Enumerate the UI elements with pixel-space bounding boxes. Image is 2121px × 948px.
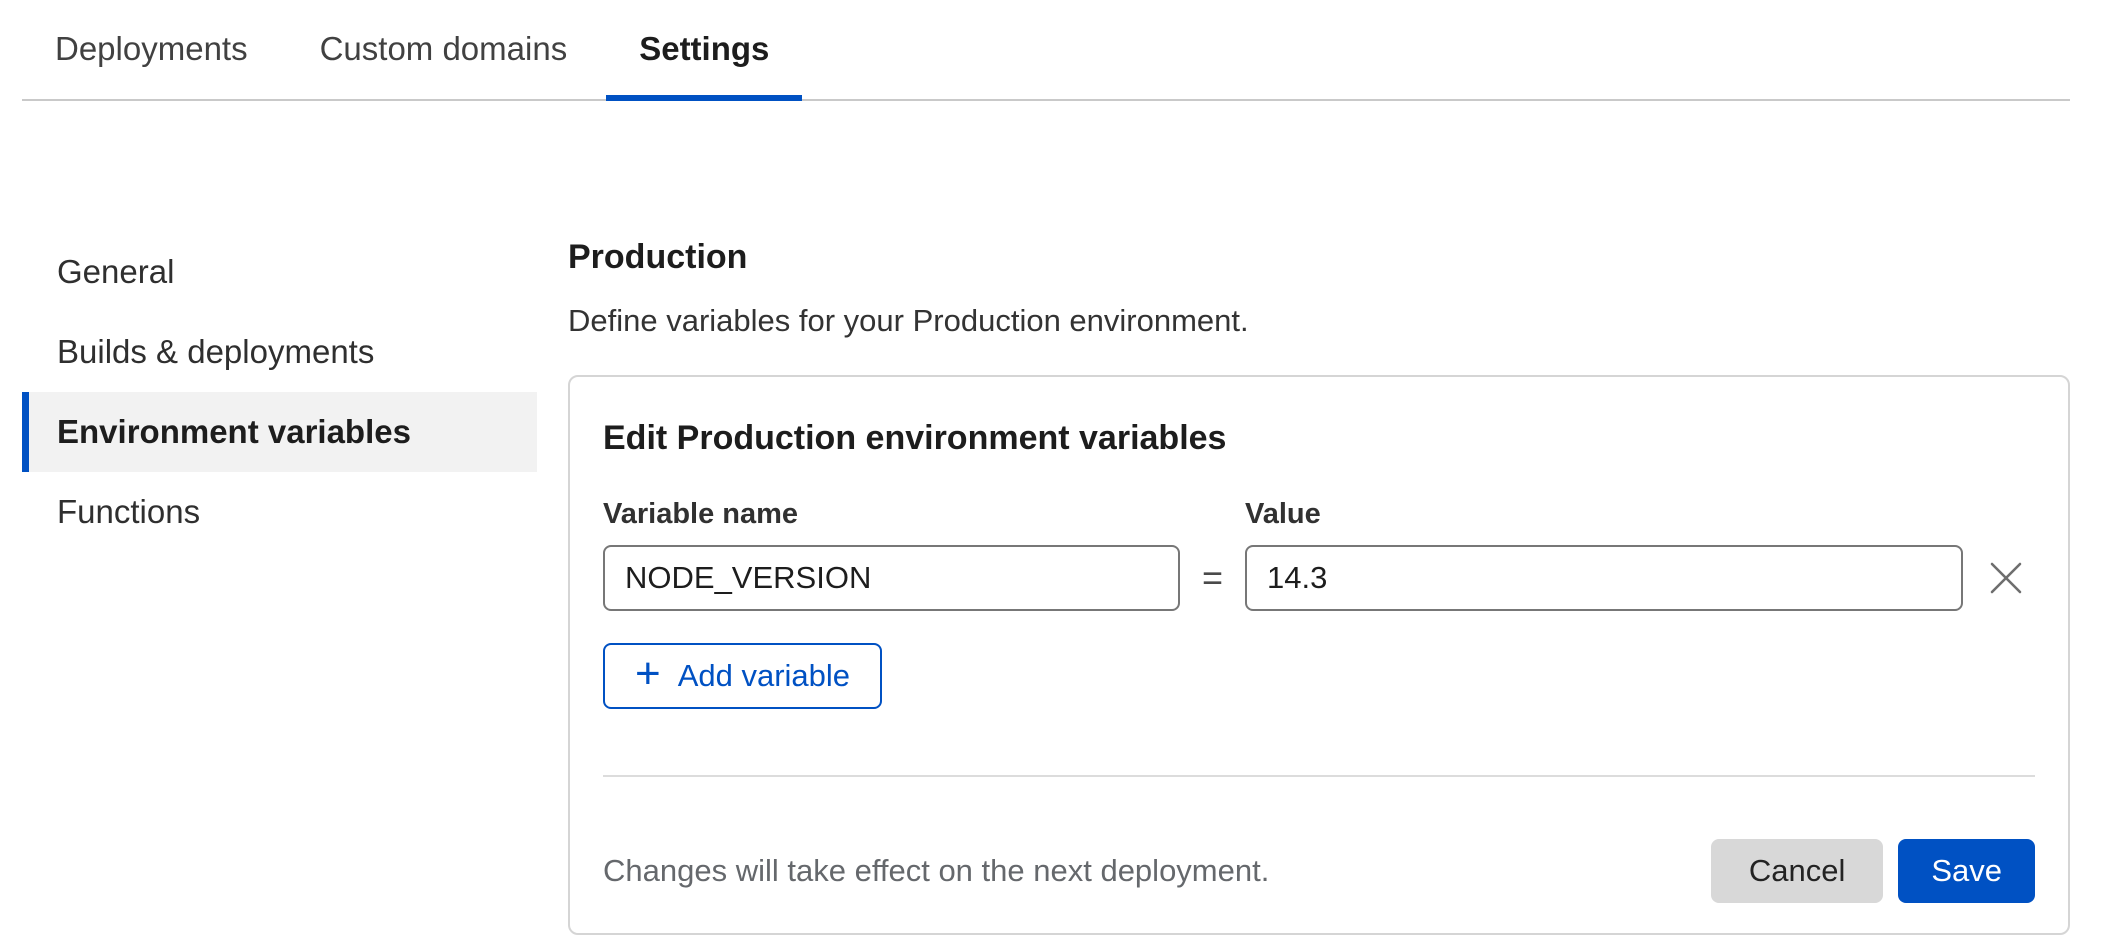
sidebar-item-functions[interactable]: Functions bbox=[22, 472, 537, 552]
equals-sign: = bbox=[1180, 557, 1245, 599]
variable-name-label: Variable name bbox=[603, 498, 1180, 531]
add-variable-button[interactable]: + Add variable bbox=[603, 643, 882, 709]
tabs-bar: Deployments Custom domains Settings bbox=[22, 0, 2070, 101]
save-button[interactable]: Save bbox=[1898, 839, 2035, 903]
close-icon bbox=[1989, 561, 2023, 595]
value-input[interactable] bbox=[1245, 545, 1963, 611]
sidebar-item-general[interactable]: General bbox=[22, 232, 537, 312]
card-divider bbox=[603, 775, 2035, 777]
card-footer: Changes will take effect on the next dep… bbox=[603, 839, 2035, 903]
main-panel: Production Define variables for your Pro… bbox=[568, 232, 2070, 935]
settings-content: General Builds & deployments Environment… bbox=[22, 232, 2070, 935]
delete-variable-button[interactable] bbox=[1977, 549, 2035, 607]
tab-settings[interactable]: Settings bbox=[606, 0, 802, 101]
tab-deployments[interactable]: Deployments bbox=[22, 0, 281, 101]
footer-actions: Cancel Save bbox=[1711, 839, 2035, 903]
variable-name-input[interactable] bbox=[603, 545, 1180, 611]
plus-icon: + bbox=[635, 652, 661, 696]
add-variable-label: Add variable bbox=[678, 658, 850, 694]
sidebar-item-builds-deployments[interactable]: Builds & deployments bbox=[22, 312, 537, 392]
sidebar-item-environment-variables[interactable]: Environment variables bbox=[22, 392, 537, 472]
variable-row: Variable name Value = bbox=[603, 498, 2035, 611]
card-title: Edit Production environment variables bbox=[603, 419, 2035, 458]
tab-custom-domains[interactable]: Custom domains bbox=[287, 0, 601, 101]
environment-variables-card: Edit Production environment variables Va… bbox=[568, 375, 2070, 935]
footer-note: Changes will take effect on the next dep… bbox=[603, 853, 1269, 889]
cancel-button[interactable]: Cancel bbox=[1711, 839, 1884, 903]
section-description: Define variables for your Production env… bbox=[568, 303, 2070, 339]
settings-sidebar: General Builds & deployments Environment… bbox=[22, 232, 537, 552]
value-label: Value bbox=[1245, 498, 1963, 531]
section-title: Production bbox=[568, 238, 2070, 277]
